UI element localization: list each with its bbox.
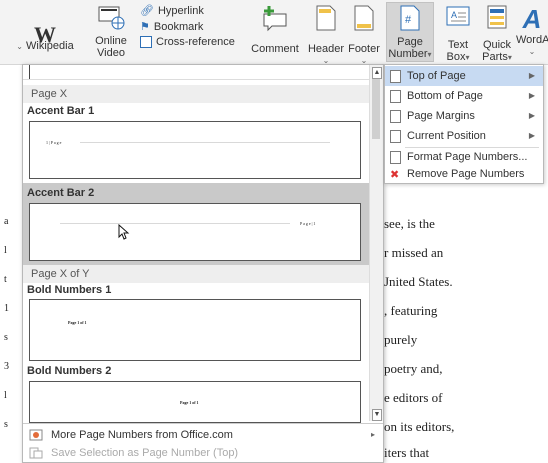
text-box-icon: A <box>446 6 470 26</box>
page-number-preview: 1 | P a g e <box>46 140 62 145</box>
submenu-arrow-icon: ▸ <box>370 430 375 439</box>
quick-parts-button[interactable]: Quick Parts▾ <box>478 4 516 64</box>
page-number-menu[interactable]: Top of Page ▶ Bottom of Page ▶ Page Marg… <box>384 64 544 184</box>
doc-text-line: on its editors, <box>384 419 455 434</box>
cross-reference-icon <box>140 36 152 48</box>
comment-button[interactable]: Comment <box>246 4 304 55</box>
doc-text-line: purely <box>384 332 418 347</box>
divider <box>23 423 383 424</box>
doc-edge-char: l <box>4 390 7 401</box>
submenu-arrow-icon: ▶ <box>528 111 535 120</box>
page-number-preview: Page 1 of 1 <box>68 320 87 325</box>
section-header-page-x: Page X <box>23 85 369 103</box>
submenu-arrow-icon: ▶ <box>528 71 535 80</box>
wikipedia-label: ⌄ Wikipedia <box>16 40 74 52</box>
page-number-button[interactable]: # Page Number▾ <box>386 2 434 62</box>
bookmark-button[interactable]: ⚑ Bookmark <box>140 20 203 34</box>
office-globe-icon <box>29 429 43 440</box>
doc-edge-char: s <box>4 419 8 430</box>
doc-edge-char: t <box>4 274 7 285</box>
page-top-icon <box>390 70 401 83</box>
footer-icon <box>354 5 374 31</box>
ribbon-insert: W ⌄ Wikipedia Online Video 🔗︎ Hyperlink … <box>0 0 548 65</box>
save-selection-item: Save Selection as Page Number (Top) <box>23 443 383 462</box>
page-number-preview: P a g e | 1 <box>300 221 316 226</box>
bookmark-icon: ⚑ <box>140 21 150 33</box>
format-page-numbers-icon <box>390 151 401 164</box>
preview-line <box>80 142 330 143</box>
scroll-thumb[interactable] <box>372 79 380 139</box>
preview-line <box>60 223 290 224</box>
text-box-button[interactable]: A Text Box▾ <box>440 4 476 64</box>
cross-reference-button[interactable]: Cross-reference <box>140 36 235 48</box>
svg-text:A: A <box>451 10 457 20</box>
submenu-arrow-icon: ▶ <box>528 131 535 140</box>
quick-parts-icon <box>487 5 507 29</box>
submenu-arrow-icon: ▶ <box>528 91 535 100</box>
menu-item-format-page-numbers[interactable]: Format Page Numbers... <box>385 147 543 167</box>
header-icon <box>316 5 336 31</box>
scroll-up-arrow-icon[interactable]: ▲ <box>372 67 382 79</box>
page-number-preview: Page 1 of 1 <box>180 400 199 405</box>
menu-item-top-of-page[interactable]: Top of Page ▶ <box>385 66 543 86</box>
gallery-top-edge <box>29 65 30 79</box>
menu-item-current-position[interactable]: Current Position ▶ <box>385 126 543 146</box>
online-video-button[interactable]: Online Video <box>88 4 134 59</box>
hyperlink-icon: 🔗︎ <box>140 5 154 17</box>
wordart-icon: A <box>522 4 542 34</box>
doc-edge-char: s <box>4 332 8 343</box>
mouse-cursor-icon <box>118 224 130 240</box>
gallery-item-title: Bold Numbers 2 <box>27 365 112 377</box>
doc-text-line: e editors of <box>384 390 443 405</box>
doc-text-line: r missed an <box>384 245 444 260</box>
doc-edge-char: a <box>4 216 9 227</box>
comment-icon <box>263 6 287 32</box>
hyperlink-button[interactable]: 🔗︎ Hyperlink <box>140 4 204 18</box>
doc-text-line: Jnited States. <box>384 274 453 289</box>
gallery-item-accent-bar-1[interactable]: 1 | P a g e <box>29 121 361 179</box>
doc-text-line: iters that <box>384 445 430 460</box>
doc-text-line: , featuring <box>384 303 438 318</box>
svg-text:#: # <box>405 14 412 26</box>
gallery-item-title: Bold Numbers 1 <box>27 284 112 296</box>
menu-item-page-margins[interactable]: Page Margins ▶ <box>385 106 543 126</box>
current-position-icon <box>390 130 401 143</box>
remove-page-numbers-icon: ✖ <box>390 169 400 181</box>
menu-item-remove-page-numbers[interactable]: ✖ Remove Page Numbers <box>385 165 543 183</box>
more-page-numbers-item[interactable]: More Page Numbers from Office.com ▸ <box>23 425 383 444</box>
doc-edge-char: 1 <box>4 303 9 314</box>
footer-button[interactable]: Footer ⌄ <box>346 4 382 67</box>
gallery-item-bold-numbers-1[interactable]: Page 1 of 1 <box>29 299 361 361</box>
gallery-item-title: Accent Bar 1 <box>27 105 95 117</box>
gallery-item-accent-bar-2[interactable]: P a g e | 1 <box>29 203 361 261</box>
section-header-page-x-of-y: Page X of Y <box>23 265 369 283</box>
scroll-down-arrow-icon[interactable]: ▼ <box>372 409 382 421</box>
menu-item-bottom-of-page[interactable]: Bottom of Page ▶ <box>385 86 543 106</box>
page-margins-icon <box>390 110 401 123</box>
doc-edge-char: l <box>4 245 7 256</box>
doc-edge-char: 3 <box>4 361 9 372</box>
gallery-scrollbar[interactable]: ▲ ▼ <box>369 65 383 421</box>
doc-text-line: see, is the <box>384 216 435 231</box>
wordart-button[interactable]: A WordA ⌄ <box>516 4 548 58</box>
save-gallery-icon <box>29 447 43 458</box>
page-bottom-icon <box>390 90 401 103</box>
page-number-gallery[interactable]: Page X Accent Bar 1 1 | P a g e Accent B… <box>22 64 384 463</box>
gallery-item-bold-numbers-2[interactable]: Page 1 of 1 <box>29 381 361 423</box>
video-icon <box>98 6 125 30</box>
page-number-icon: # <box>400 5 420 31</box>
divider <box>23 79 369 80</box>
gallery-item-title: Accent Bar 2 <box>27 187 95 199</box>
header-button[interactable]: Header ⌄ <box>306 4 346 67</box>
doc-text-line: poetry and, <box>384 361 443 376</box>
